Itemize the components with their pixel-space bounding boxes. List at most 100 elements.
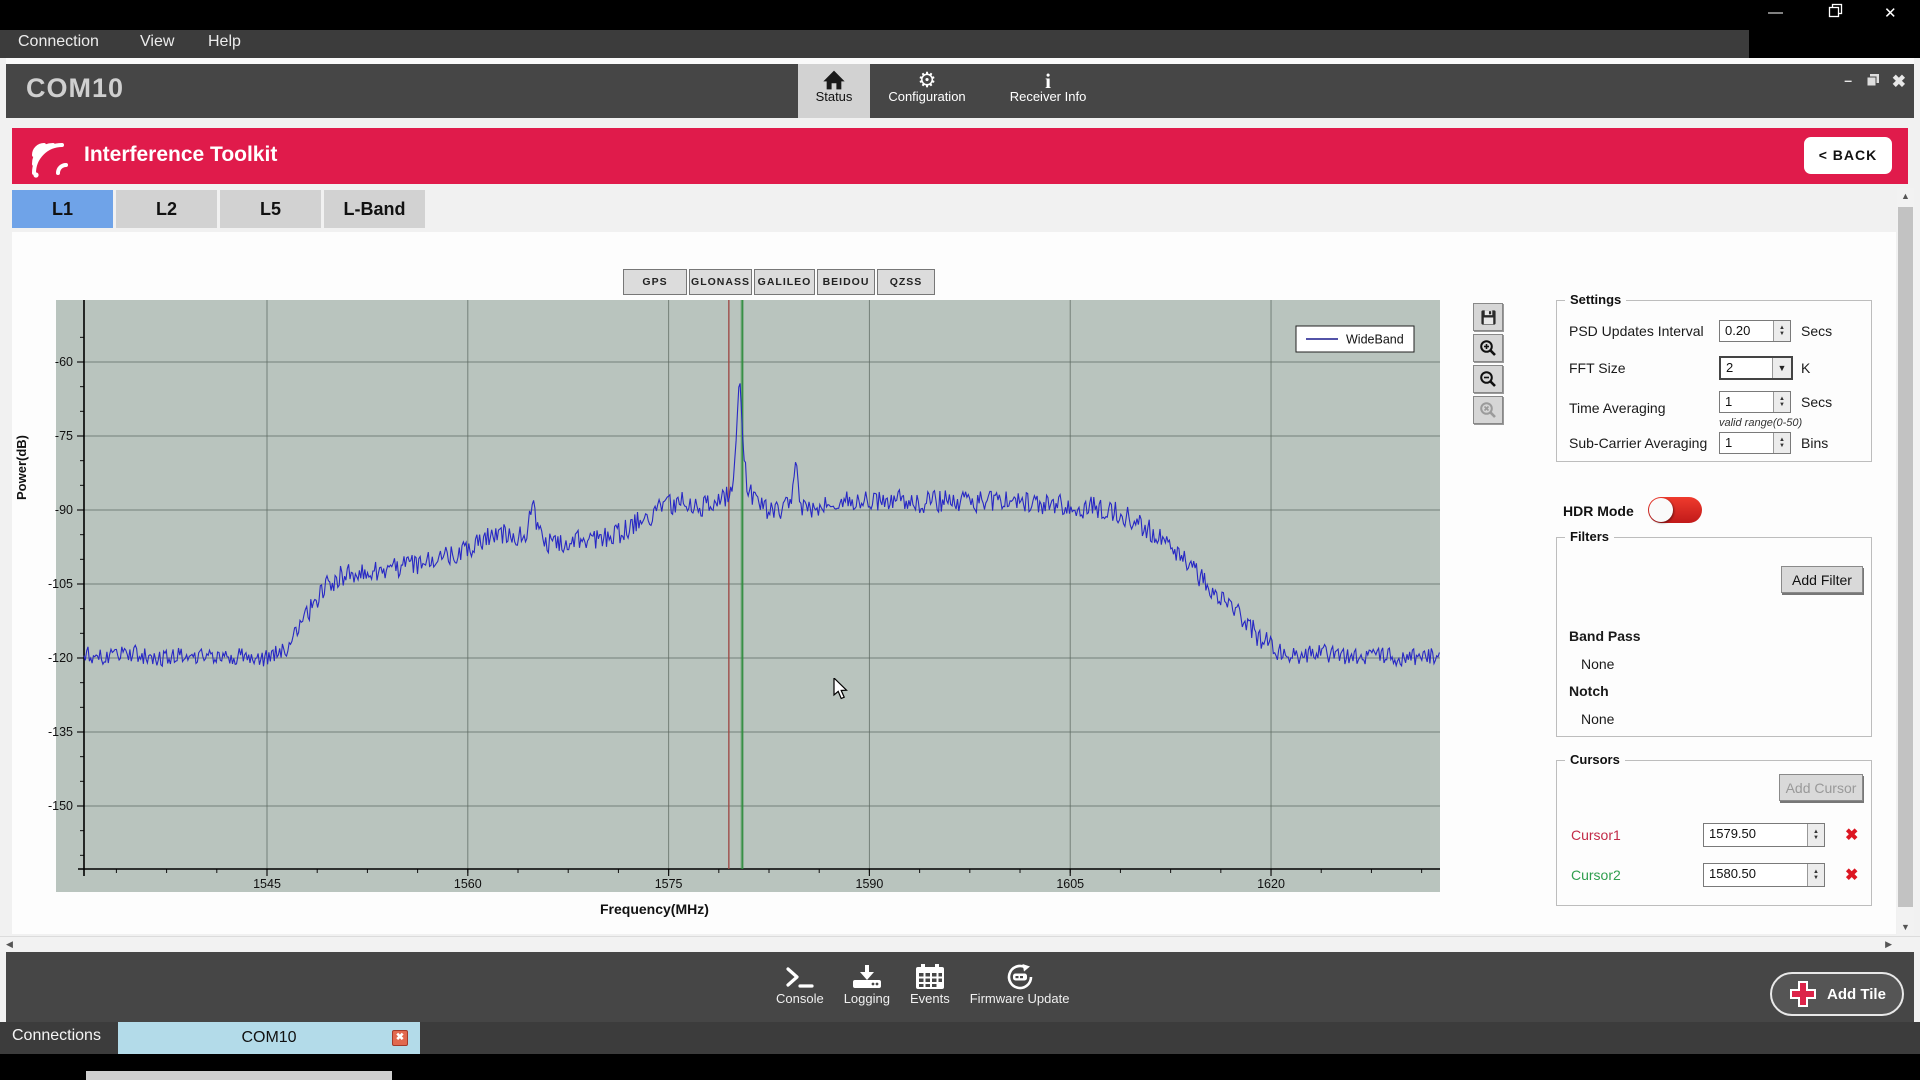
- psd-chart[interactable]: 154515601575159016051620-60-75-90-105-12…: [14, 300, 1446, 920]
- svg-text:-90: -90: [55, 503, 73, 517]
- spinner-arrows-icon[interactable]: ▲▼: [1773, 321, 1790, 341]
- tab-receiver-info-label: Receiver Info: [990, 89, 1106, 104]
- add-tile-label: Add Tile: [1827, 986, 1886, 1003]
- console-button[interactable]: Console: [776, 957, 824, 1006]
- tab-close-icon[interactable]: ✖: [392, 1030, 408, 1046]
- spinner-arrows-icon[interactable]: ▲▼: [1807, 864, 1824, 886]
- svg-text:-75: -75: [55, 429, 73, 443]
- constellation-beidou-button[interactable]: BEIDOU: [817, 269, 875, 295]
- console-icon: [785, 957, 815, 991]
- hdr-mode-label: HDR Mode: [1563, 503, 1634, 519]
- logging-label: Logging: [844, 991, 890, 1006]
- mouse-pointer: [833, 678, 851, 702]
- events-button[interactable]: Events: [910, 957, 950, 1006]
- add-filter-button[interactable]: Add Filter: [1781, 566, 1863, 593]
- y-axis-title: Power(dB): [14, 435, 29, 500]
- x-axis-title: Frequency(MHz): [600, 901, 709, 917]
- band-tab-l5[interactable]: L5: [220, 190, 321, 228]
- notch-label: Notch: [1569, 683, 1609, 699]
- fft-size-label: FFT Size: [1569, 360, 1626, 376]
- scroll-down-icon[interactable]: ▼: [1901, 922, 1910, 932]
- hdr-mode-toggle[interactable]: [1648, 497, 1702, 523]
- menu-view[interactable]: View: [140, 33, 174, 51]
- cursor1-delete-icon[interactable]: ✖: [1845, 825, 1858, 845]
- constellation-galileo-button[interactable]: GALILEO: [754, 269, 815, 295]
- save-icon: [1480, 309, 1497, 326]
- tab-status[interactable]: Status: [798, 64, 870, 118]
- window-restore-button[interactable]: [1866, 73, 1880, 90]
- settings-legend: Settings: [1565, 292, 1626, 307]
- psd-chart-svg: 154515601575159016051620-60-75-90-105-12…: [14, 300, 1446, 920]
- plot-background: [56, 300, 1440, 892]
- add-tile-button[interactable]: Add Tile: [1770, 972, 1904, 1016]
- time-averaging-spinner[interactable]: 1 ▲▼: [1719, 391, 1791, 413]
- os-minimize-button[interactable]: —: [1768, 4, 1783, 21]
- svg-text:1545: 1545: [253, 877, 281, 891]
- tab-configuration-label: Configuration: [874, 89, 980, 104]
- spinner-arrows-icon[interactable]: ▲▼: [1807, 824, 1824, 846]
- constellation-glonass-button[interactable]: GLONASS: [689, 269, 752, 295]
- os-taskbar: [0, 1054, 1920, 1080]
- scroll-right-icon[interactable]: ▶: [1885, 939, 1892, 950]
- horizontal-scrollbar[interactable]: ◀ ▶: [0, 936, 1920, 952]
- psd-updates-interval-spinner[interactable]: 0.20 ▲▼: [1719, 320, 1791, 342]
- spinner-arrows-icon[interactable]: ▲▼: [1773, 433, 1790, 453]
- scroll-up-icon[interactable]: ▲: [1901, 191, 1910, 201]
- cursor1-label: Cursor1: [1571, 827, 1621, 843]
- firmware-update-button[interactable]: Firmware Update: [970, 957, 1070, 1006]
- filters-legend: Filters: [1565, 529, 1614, 544]
- window-close-button[interactable]: ✖: [1892, 72, 1906, 92]
- back-button[interactable]: < BACK: [1804, 137, 1892, 174]
- bottom-toolbar: Console Logging Events Firmware Update: [6, 952, 1914, 1022]
- vertical-scrollbar[interactable]: ▲ ▼: [1897, 188, 1914, 935]
- zoom-in-button[interactable]: [1473, 334, 1503, 362]
- scroll-left-icon[interactable]: ◀: [6, 939, 13, 950]
- info-icon: i: [990, 64, 1106, 90]
- window-minimize-button[interactable]: –: [1844, 72, 1852, 88]
- svg-text:1590: 1590: [856, 877, 884, 891]
- menu-connection[interactable]: Connection: [18, 33, 99, 51]
- tab-connections[interactable]: Connections: [12, 1027, 101, 1045]
- os-titlebar: [0, 0, 1920, 30]
- fft-size-unit: K: [1801, 360, 1810, 376]
- band-tab-l1[interactable]: L1: [12, 190, 113, 228]
- toggle-knob: [1649, 498, 1673, 522]
- events-label: Events: [910, 991, 950, 1006]
- vertical-scroll-thumb[interactable]: [1898, 207, 1913, 907]
- tab-status-label: Status: [798, 89, 870, 104]
- console-label: Console: [776, 991, 824, 1006]
- restore-icon: [1828, 3, 1844, 19]
- cursor1-value-spinner[interactable]: 1579.50 ▲▼: [1703, 823, 1825, 847]
- os-restore-button[interactable]: [1828, 3, 1844, 23]
- band-pass-value: None: [1581, 656, 1614, 672]
- band-tab-lband[interactable]: L-Band: [324, 190, 425, 228]
- cursor2-value-spinner[interactable]: 1580.50 ▲▼: [1703, 863, 1825, 887]
- add-cursor-button[interactable]: Add Cursor: [1779, 774, 1863, 801]
- constellation-gps-button[interactable]: GPS: [623, 269, 687, 295]
- subcarrier-averaging-unit: Bins: [1801, 435, 1828, 451]
- psd-updates-interval-unit: Secs: [1801, 323, 1832, 339]
- bottom-tab-bar: Connections COM10 ✖: [0, 1022, 1920, 1054]
- zoom-reset-icon: [1479, 401, 1497, 419]
- zoom-out-button[interactable]: [1473, 365, 1503, 393]
- subcarrier-averaging-label: Sub-Carrier Averaging: [1569, 435, 1707, 451]
- save-plot-button[interactable]: [1473, 303, 1503, 331]
- band-tab-l2[interactable]: L2: [116, 190, 217, 228]
- cursor2-delete-icon[interactable]: ✖: [1845, 865, 1858, 885]
- tab-configuration[interactable]: ⚙ Configuration: [874, 64, 980, 118]
- cursors-group: Cursors Add Cursor Cursor1 1579.50 ▲▼ ✖ …: [1556, 760, 1872, 906]
- fft-size-dropdown[interactable]: 2 ▼: [1719, 356, 1793, 380]
- dropdown-arrow-icon[interactable]: ▼: [1772, 358, 1791, 378]
- logging-button[interactable]: Logging: [844, 957, 890, 1006]
- os-close-button[interactable]: ✕: [1884, 4, 1897, 22]
- connection-header: COM10 Status ⚙ Configuration i Receiver …: [6, 64, 1914, 118]
- tab-receiver-info[interactable]: i Receiver Info: [990, 64, 1106, 118]
- menu-help[interactable]: Help: [208, 33, 241, 51]
- spinner-arrows-icon[interactable]: ▲▼: [1773, 392, 1790, 412]
- constellation-qzss-button[interactable]: QZSS: [877, 269, 935, 295]
- zoom-reset-button[interactable]: [1473, 396, 1503, 424]
- menubar-black-patch: [1749, 30, 1920, 58]
- tab-com10[interactable]: COM10 ✖: [118, 1022, 420, 1054]
- subcarrier-averaging-spinner[interactable]: 1 ▲▼: [1719, 432, 1791, 454]
- taskbar-item[interactable]: [86, 1071, 392, 1080]
